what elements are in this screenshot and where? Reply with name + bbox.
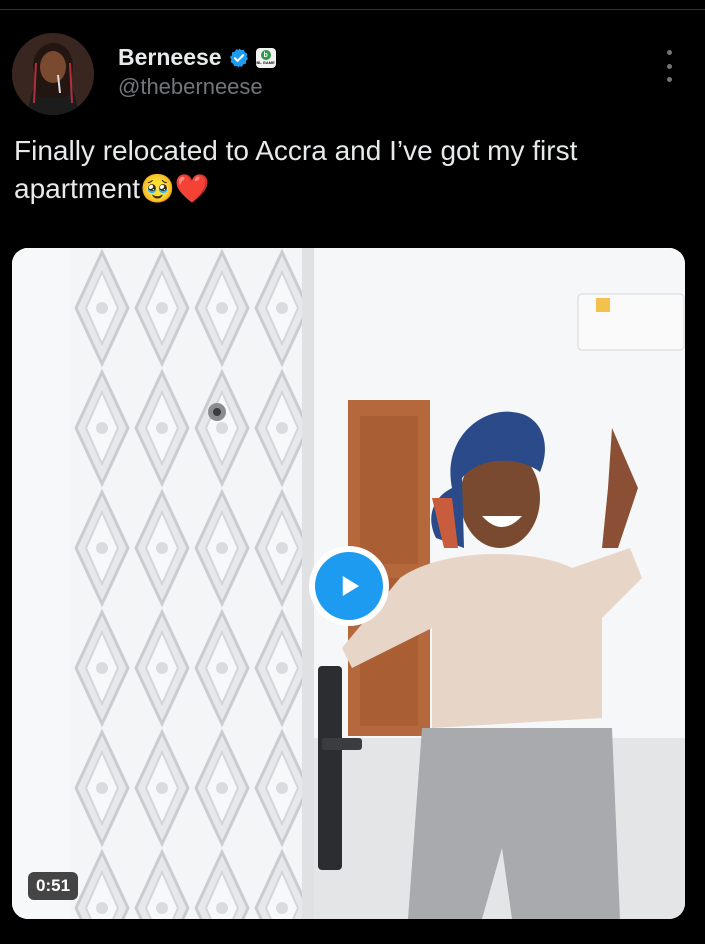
- user-handle[interactable]: @theberneese: [118, 74, 263, 100]
- play-button[interactable]: [309, 546, 389, 626]
- video-duration-badge: 0:51: [28, 872, 79, 900]
- avatar[interactable]: [12, 33, 94, 115]
- tweet-text: Finally relocated to Accra and I’ve got …: [14, 135, 578, 204]
- play-icon: [342, 576, 359, 596]
- avatar-image: [12, 33, 94, 115]
- more-options-button[interactable]: [656, 50, 682, 82]
- more-dot-icon: [666, 50, 672, 55]
- play-button-inner: [315, 552, 383, 620]
- affiliate-badge-text: BL GAME: [256, 60, 275, 65]
- more-dot-icon: [666, 77, 672, 82]
- affiliate-badge[interactable]: b BL GAME: [255, 47, 276, 68]
- verified-check-icon: [228, 47, 250, 69]
- display-name[interactable]: Berneese: [118, 44, 222, 71]
- name-row: Berneese b BL GAME: [118, 44, 276, 71]
- affiliate-logo-icon: b: [260, 50, 271, 60]
- video-media[interactable]: [12, 248, 685, 919]
- more-dot-icon: [666, 63, 672, 69]
- top-divider: [0, 9, 705, 10]
